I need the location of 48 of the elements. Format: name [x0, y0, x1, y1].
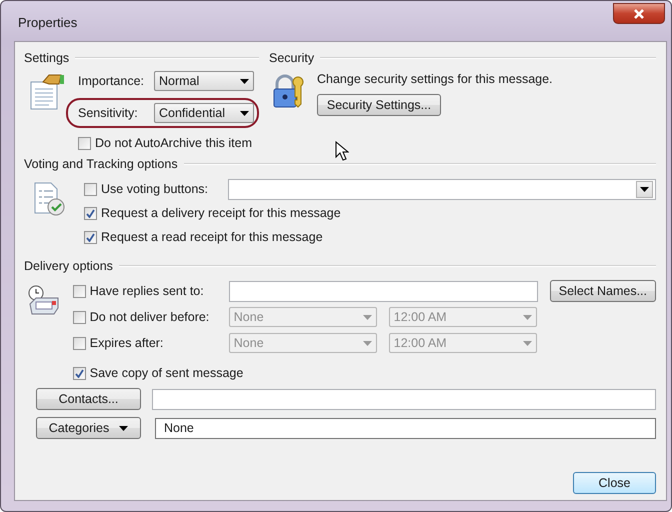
- checkbox-label: Do not AutoArchive this item: [95, 136, 252, 150]
- caret-icon: [522, 340, 532, 346]
- window-title: Properties: [18, 15, 78, 30]
- replies-to-field[interactable]: [228, 280, 538, 302]
- section-heading: Settings: [24, 51, 70, 65]
- close-icon: [633, 8, 645, 18]
- checkbox[interactable]: [72, 284, 86, 298]
- field-label: Sensitivity:: [78, 106, 139, 120]
- checkbox-label: Do not deliver before:: [90, 310, 210, 324]
- section-heading: Security: [269, 51, 314, 65]
- checkbox[interactable]: [84, 230, 97, 244]
- security-settings-button[interactable]: Security Settings...: [317, 94, 441, 116]
- checkbox-label: Expires after:: [90, 336, 164, 350]
- security-description: Change security settings for this message.: [317, 72, 554, 86]
- categories-button[interactable]: Categories: [36, 417, 141, 439]
- checkbox[interactable]: [84, 182, 97, 196]
- check-icon: [86, 208, 95, 218]
- close-button[interactable]: [613, 3, 665, 24]
- contacts-button[interactable]: Contacts...: [36, 388, 141, 410]
- checkbox-label: Save copy of sent message: [90, 366, 244, 380]
- caret-icon: [119, 426, 128, 430]
- section-heading: Voting and Tracking options: [24, 157, 178, 171]
- caret-icon: [362, 340, 372, 346]
- checkbox-label: Use voting buttons:: [101, 182, 208, 196]
- importance-dropdown[interactable]: Normal: [154, 71, 254, 91]
- document-hand-icon: [29, 74, 65, 110]
- caret-icon: [640, 186, 649, 192]
- select-names-button[interactable]: Select Names...: [550, 280, 656, 302]
- checkbox-label: Have replies sent to:: [90, 284, 204, 298]
- section-heading: Delivery options: [24, 259, 113, 273]
- checkbox[interactable]: [84, 206, 97, 220]
- checkbox-label: Request a read receipt for this message: [101, 230, 323, 244]
- field-label: Importance:: [78, 74, 146, 88]
- sensitivity-dropdown[interactable]: Confidential: [154, 103, 254, 123]
- checkbox[interactable]: [78, 136, 91, 150]
- voting-buttons-combobox[interactable]: [228, 178, 656, 200]
- check-icon: [86, 232, 95, 242]
- caret-icon: [362, 314, 372, 320]
- caret-icon: [522, 314, 532, 320]
- checkbox[interactable]: [72, 366, 86, 380]
- caret-icon: [240, 110, 249, 116]
- contacts-field[interactable]: [152, 388, 656, 410]
- caret-icon: [240, 78, 249, 84]
- categories-field[interactable]: None: [155, 418, 656, 438]
- check-icon: [74, 368, 84, 378]
- checkbox-label: Request a delivery receipt for this message: [101, 206, 341, 220]
- mouse-pointer-icon: [335, 141, 349, 161]
- close-dialog-button[interactable]: Close: [573, 472, 656, 494]
